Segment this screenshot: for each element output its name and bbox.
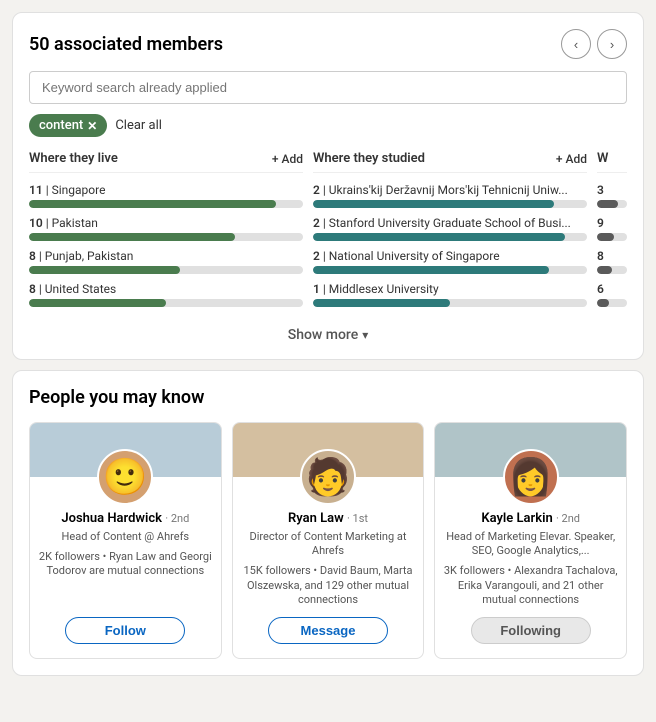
live-item-3: 8 | Punjab, Pakistan <box>29 249 303 274</box>
avatar-kayle: 👩 <box>503 449 559 505</box>
show-more-row[interactable]: Show more ▾ <box>29 327 627 343</box>
person-avatar-wrap-ryan: 🧑 <box>300 449 356 505</box>
studied-item-4-label: 1 | Middlesex University <box>313 282 587 296</box>
nav-prev-button[interactable]: ‹ <box>561 29 591 59</box>
filter-row: content ✕ Clear all <box>29 114 627 137</box>
pymk-card: People you may know 🙂 Joshua Hardwick · … <box>12 370 644 676</box>
live-item-1-bar <box>29 200 303 208</box>
person-name-kayle: Kayle Larkin · 2nd <box>473 511 588 528</box>
filter-col-studied-title: Where they studied <box>313 151 425 166</box>
person-title-kayle: Head of Marketing Elevar. Speaker, SEO, … <box>435 528 626 559</box>
filter-col-studied-add[interactable]: + Add <box>556 152 587 166</box>
assoc-header: 50 associated members ‹ › <box>29 29 627 59</box>
person-name-ryan: Ryan Law · 1st <box>280 511 376 528</box>
live-item-3-label: 8 | Punjab, Pakistan <box>29 249 303 263</box>
studied-item-3-bar <box>313 266 587 274</box>
person-followers-kayle: 3K followers • Alexandra Tachalova, Erik… <box>435 558 626 607</box>
person-action-kayle: Following <box>471 607 591 644</box>
person-action-joshua: Follow <box>65 607 185 644</box>
studied-item-4: 1 | Middlesex University <box>313 282 587 307</box>
filter-col-studied: Where they studied + Add 2 | Ukrains'kij… <box>313 151 587 315</box>
person-card-kayle: 👩 Kayle Larkin · 2nd Head of Marketing E… <box>434 422 627 659</box>
filter-col-live-add[interactable]: + Add <box>272 152 303 166</box>
live-item-2: 10 | Pakistan <box>29 216 303 241</box>
clear-all-link[interactable]: Clear all <box>115 118 162 133</box>
live-item-4-label: 8 | United States <box>29 282 303 296</box>
studied-item-1-bar-fill <box>313 200 554 208</box>
filter-col-third-header: W <box>597 151 627 173</box>
live-item-2-label: 10 | Pakistan <box>29 216 303 230</box>
live-item-4-bar <box>29 299 303 307</box>
message-button-ryan[interactable]: Message <box>268 617 388 644</box>
show-more-label: Show more <box>288 327 359 343</box>
live-item-2-bar <box>29 233 303 241</box>
person-avatar-wrap-kayle: 👩 <box>503 449 559 505</box>
studied-item-2-bar <box>313 233 587 241</box>
live-item-3-bar <box>29 266 303 274</box>
assoc-title: 50 associated members <box>29 34 223 55</box>
studied-item-2-label: 2 | Stanford University Graduate School … <box>313 216 587 230</box>
live-item-2-bar-fill <box>29 233 235 241</box>
avatar-ryan: 🧑 <box>300 449 356 505</box>
live-item-3-bar-fill <box>29 266 180 274</box>
filter-tag-close-icon[interactable]: ✕ <box>87 119 97 133</box>
filter-col-live: Where they live + Add 11 | Singapore 10 … <box>29 151 303 315</box>
pymk-title: People you may know <box>29 387 627 408</box>
avatar-ryan-img: 🧑 <box>306 459 351 495</box>
people-grid: 🙂 Joshua Hardwick · 2nd Head of Content … <box>29 422 627 659</box>
studied-item-3-label: 2 | National University of Singapore <box>313 249 587 263</box>
studied-item-3: 2 | National University of Singapore <box>313 249 587 274</box>
studied-item-1-bar <box>313 200 587 208</box>
studied-item-2-bar-fill <box>313 233 565 241</box>
filter-col-live-header: Where they live + Add <box>29 151 303 173</box>
filter-col-studied-header: Where they studied + Add <box>313 151 587 173</box>
third-item-3-bar <box>597 266 627 274</box>
studied-item-2: 2 | Stanford University Graduate School … <box>313 216 587 241</box>
chevron-down-icon: ▾ <box>362 328 368 342</box>
third-item-4-bar <box>597 299 627 307</box>
person-name-joshua: Joshua Hardwick · 2nd <box>53 511 197 528</box>
third-item-1: 3 <box>597 183 627 208</box>
person-followers-joshua: 2K followers • Ryan Law and Georgi Todor… <box>30 544 221 579</box>
third-item-3: 8 <box>597 249 627 274</box>
person-title-ryan: Director of Content Marketing at Ahrefs <box>233 528 424 559</box>
nav-next-button[interactable]: › <box>597 29 627 59</box>
studied-item-4-bar-fill <box>313 299 450 307</box>
person-avatar-wrap-joshua: 🙂 <box>97 449 153 505</box>
avatar-joshua-img: 🙂 <box>103 459 148 495</box>
nav-buttons: ‹ › <box>561 29 627 59</box>
third-item-4: 6 <box>597 282 627 307</box>
filter-col-third: W 3 9 8 <box>597 151 627 315</box>
live-item-1-label: 11 | Singapore <box>29 183 303 197</box>
filter-col-third-title: W <box>597 151 608 166</box>
third-item-2: 9 <box>597 216 627 241</box>
associated-members-card: 50 associated members ‹ › content ✕ Clea… <box>12 12 644 360</box>
person-action-ryan: Message <box>268 607 388 644</box>
avatar-joshua: 🙂 <box>97 449 153 505</box>
live-item-4-bar-fill <box>29 299 166 307</box>
studied-item-1-label: 2 | Ukrains'kij Deržavnij Mors'kij Tehni… <box>313 183 587 197</box>
live-item-1-bar-fill <box>29 200 276 208</box>
person-title-joshua: Head of Content @ Ahrefs <box>54 528 198 544</box>
avatar-kayle-img: 👩 <box>508 459 553 495</box>
keyword-search-input[interactable] <box>29 71 627 104</box>
following-button-kayle[interactable]: Following <box>471 617 591 644</box>
filter-col-live-title: Where they live <box>29 151 118 166</box>
follow-button-joshua[interactable]: Follow <box>65 617 185 644</box>
person-card-joshua: 🙂 Joshua Hardwick · 2nd Head of Content … <box>29 422 222 659</box>
person-card-ryan: 🧑 Ryan Law · 1st Director of Content Mar… <box>232 422 425 659</box>
live-item-4: 8 | United States <box>29 282 303 307</box>
third-item-2-bar <box>597 233 627 241</box>
filter-columns: Where they live + Add 11 | Singapore 10 … <box>29 151 627 315</box>
filter-tag-label: content <box>39 118 83 133</box>
studied-item-1: 2 | Ukrains'kij Deržavnij Mors'kij Tehni… <box>313 183 587 208</box>
live-item-1: 11 | Singapore <box>29 183 303 208</box>
person-followers-ryan: 15K followers • David Baum, Marta Olszew… <box>233 558 424 607</box>
filter-tag-content[interactable]: content ✕ <box>29 114 107 137</box>
third-item-1-bar <box>597 200 627 208</box>
studied-item-3-bar-fill <box>313 266 549 274</box>
studied-item-4-bar <box>313 299 587 307</box>
